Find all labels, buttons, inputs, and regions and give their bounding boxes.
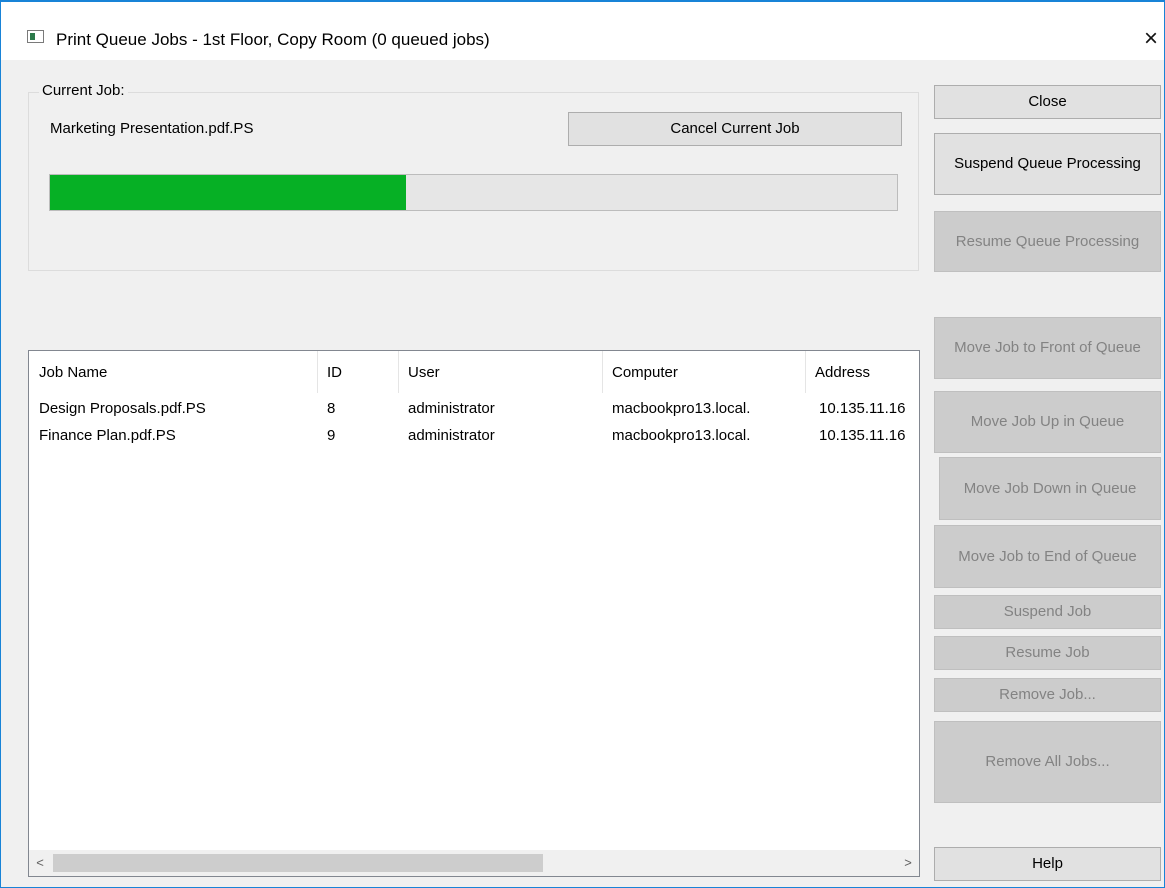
title-bar: Print Queue Jobs - 1st Floor, Copy Room … <box>1 2 1164 60</box>
progress-fill <box>50 175 406 210</box>
close-button[interactable]: Close <box>934 85 1161 119</box>
cancel-current-job-button[interactable]: Cancel Current Job <box>568 112 902 146</box>
job-list[interactable]: Job Name ID User Computer Address Design… <box>28 350 920 877</box>
cell-user: administrator <box>408 427 495 444</box>
suspend-queue-processing-button[interactable]: Suspend Queue Processing <box>934 133 1161 195</box>
cell-computer: macbookpro13.local. <box>612 400 751 417</box>
column-header-id[interactable]: ID <box>317 351 398 393</box>
column-header-address[interactable]: Address <box>805 351 919 393</box>
cell-id: 9 <box>327 427 336 444</box>
window-title: Print Queue Jobs - 1st Floor, Copy Room … <box>56 30 490 49</box>
cell-job-name: Design Proposals.pdf.PS <box>39 400 206 417</box>
help-button[interactable]: Help <box>934 847 1161 881</box>
resume-queue-processing-button[interactable]: Resume Queue Processing <box>934 211 1161 272</box>
current-job-file-name: Marketing Presentation.pdf.PS <box>50 120 254 137</box>
scroll-left-icon[interactable]: < <box>29 850 51 876</box>
column-header-user[interactable]: User <box>398 351 602 393</box>
resume-job-button[interactable]: Resume Job <box>934 636 1161 670</box>
move-job-down-button[interactable]: Move Job Down in Queue <box>939 457 1161 520</box>
close-window-icon[interactable]: × <box>1138 24 1164 54</box>
column-header-computer[interactable]: Computer <box>602 351 805 393</box>
current-job-label: Current Job: <box>39 82 128 100</box>
cell-address: 10.135.11.16 <box>819 427 906 444</box>
scroll-thumb[interactable] <box>53 854 543 872</box>
move-job-up-button[interactable]: Move Job Up in Queue <box>934 391 1161 453</box>
move-job-to-end-button[interactable]: Move Job to End of Queue <box>934 525 1161 588</box>
current-job-progress-bar <box>49 174 898 211</box>
print-queue-window: Print Queue Jobs - 1st Floor, Copy Room … <box>0 0 1165 888</box>
cell-id: 8 <box>327 400 336 417</box>
remove-all-jobs-button[interactable]: Remove All Jobs... <box>934 721 1161 803</box>
column-header-job-name[interactable]: Job Name <box>29 351 317 393</box>
cell-address: 10.135.11.16 <box>819 400 906 417</box>
horizontal-scrollbar[interactable]: < > <box>29 850 919 876</box>
cell-computer: macbookpro13.local. <box>612 427 751 444</box>
move-job-to-front-button[interactable]: Move Job to Front of Queue <box>934 317 1161 379</box>
remove-job-button[interactable]: Remove Job... <box>934 678 1161 712</box>
suspend-job-button[interactable]: Suspend Job <box>934 595 1161 629</box>
cell-job-name: Finance Plan.pdf.PS <box>39 427 176 444</box>
window-app-icon <box>27 30 44 43</box>
cell-user: administrator <box>408 400 495 417</box>
scroll-right-icon[interactable]: > <box>897 850 919 876</box>
